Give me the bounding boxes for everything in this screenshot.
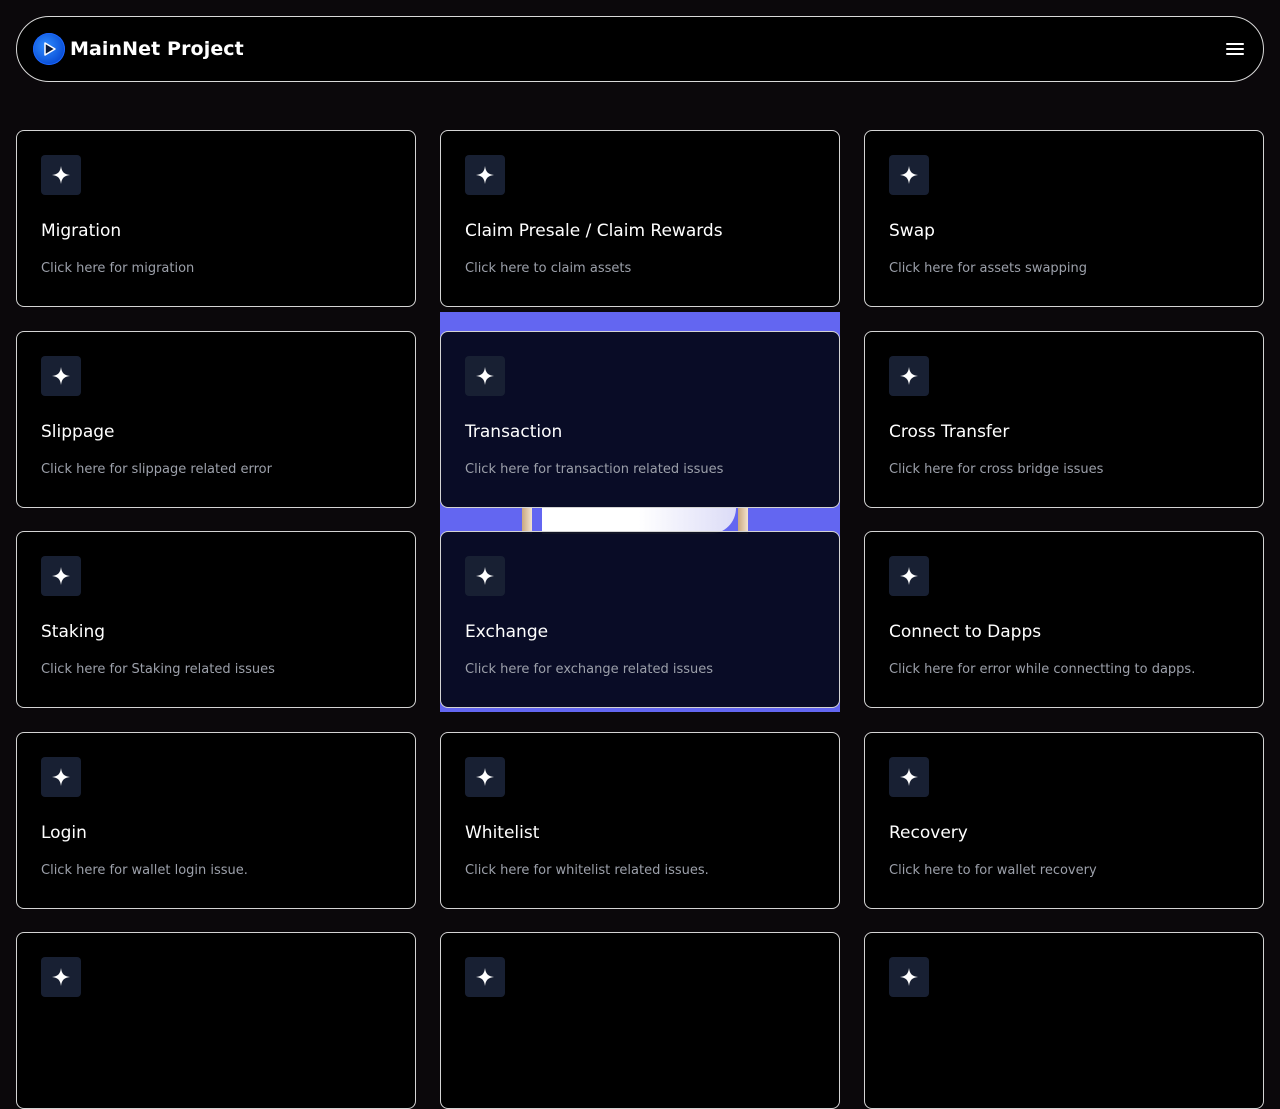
sparkle-icon [465,556,505,596]
card-title: Slippage [41,422,115,442]
sparkle-icon [889,757,929,797]
card-title: Cross Transfer [889,422,1010,442]
sparkle-icon [465,356,505,396]
card-description: Click here for Staking related issues [41,662,275,677]
card-description: Click here for exchange related issues [465,662,714,677]
card-description: Click here for slippage related error [41,462,272,477]
sparkle-icon [465,757,505,797]
sparkle-icon [41,957,81,997]
service-card-staking[interactable]: Staking Click here for Staking related i… [16,531,416,708]
card-title: Connect to Dapps [889,622,1042,642]
sparkle-icon [41,757,81,797]
site-header: MainNet Project [16,16,1264,82]
service-card-transaction[interactable]: Transaction Click here for transaction r… [440,331,840,508]
sparkle-icon [465,155,505,195]
card-title: Whitelist [465,823,540,843]
sparkle-icon [889,556,929,596]
service-card-item-14[interactable] [440,932,840,1109]
sparkle-icon [41,356,81,396]
service-card-whitelist[interactable]: Whitelist Click here for whitelist relat… [440,732,840,909]
card-description: Click here for migration [41,261,195,276]
service-card-claim-presale-claim-rewards[interactable]: Claim Presale / Claim Rewards Click here… [440,130,840,307]
service-card-slippage[interactable]: Slippage Click here for slippage related… [16,331,416,508]
card-title: Swap [889,221,935,241]
card-title: Migration [41,221,122,241]
card-title: Claim Presale / Claim Rewards [465,221,723,241]
play-logo-icon[interactable] [33,33,65,65]
service-card-connect-to-dapps[interactable]: Connect to Dapps Click here for error wh… [864,531,1264,708]
card-description: Click here for wallet login issue. [41,863,248,878]
sparkle-icon [889,155,929,195]
card-description: Click here to for wallet recovery [889,863,1097,878]
card-description: Click here for transaction related issue… [465,462,724,477]
service-card-cross-transfer[interactable]: Cross Transfer Click here for cross brid… [864,331,1264,508]
site-title[interactable]: MainNet Project [70,38,244,60]
card-title: Staking [41,622,106,642]
card-description: Click here for error while connectting t… [889,662,1196,677]
sparkle-icon [41,556,81,596]
sparkle-icon [889,356,929,396]
card-title: Login [41,823,87,843]
service-card-recovery[interactable]: Recovery Click here to for wallet recove… [864,732,1264,909]
service-card-item-13[interactable] [16,932,416,1109]
sparkle-icon [465,957,505,997]
card-description: Click here to claim assets [465,261,632,276]
card-description: Click here for cross bridge issues [889,462,1104,477]
card-title: Recovery [889,823,968,843]
service-card-migration[interactable]: Migration Click here for migration [16,130,416,307]
card-title: Transaction [465,422,563,442]
service-card-exchange[interactable]: Exchange Click here for exchange related… [440,531,840,708]
sparkle-icon [889,957,929,997]
card-title: Exchange [465,622,549,642]
service-card-item-15[interactable] [864,932,1264,1109]
card-description: Click here for assets swapping [889,261,1088,276]
service-card-login[interactable]: Login Click here for wallet login issue. [16,732,416,909]
hamburger-menu-icon[interactable] [1223,37,1247,61]
sparkle-icon [41,155,81,195]
card-description: Click here for whitelist related issues. [465,863,709,878]
service-card-swap[interactable]: Swap Click here for assets swapping [864,130,1264,307]
